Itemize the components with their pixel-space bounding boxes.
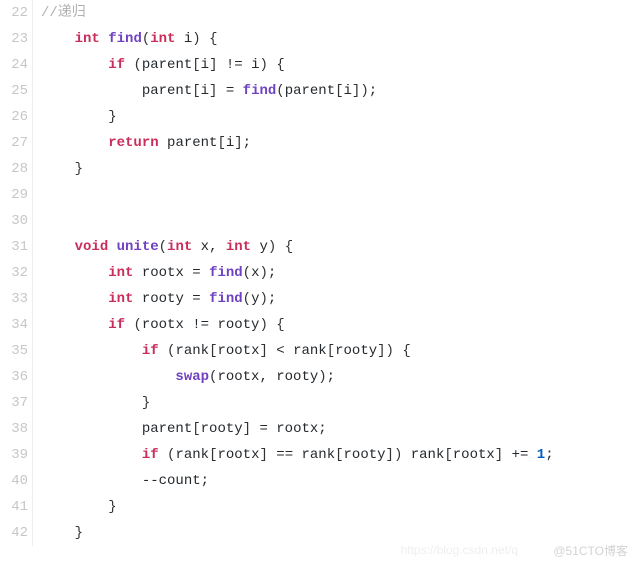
code-line: //递归	[41, 0, 638, 26]
line-number: 33	[0, 286, 28, 312]
line-number: 27	[0, 130, 28, 156]
line-number: 38	[0, 416, 28, 442]
code-line: if (rank[rootx] < rank[rooty]) {	[41, 338, 638, 364]
line-number: 39	[0, 442, 28, 468]
code-line: if (rank[rootx] == rank[rooty]) rank[roo…	[41, 442, 638, 468]
line-number: 31	[0, 234, 28, 260]
code-line: int find(int i) {	[41, 26, 638, 52]
code-line: if (parent[i] != i) {	[41, 52, 638, 78]
code-line: int rooty = find(y);	[41, 286, 638, 312]
line-number: 30	[0, 208, 28, 234]
line-number: 22	[0, 0, 28, 26]
code-line: return parent[i];	[41, 130, 638, 156]
code-line: --count;	[41, 468, 638, 494]
code-line: parent[i] = find(parent[i]);	[41, 78, 638, 104]
code-line: parent[rooty] = rootx;	[41, 416, 638, 442]
code-line: if (rootx != rooty) {	[41, 312, 638, 338]
line-number: 40	[0, 468, 28, 494]
line-number: 26	[0, 104, 28, 130]
line-number: 29	[0, 182, 28, 208]
line-number: 42	[0, 520, 28, 546]
code-line: }	[41, 494, 638, 520]
line-number: 25	[0, 78, 28, 104]
code-block: 2223242526272829303132333435363738394041…	[0, 0, 638, 546]
line-number: 24	[0, 52, 28, 78]
code-line	[41, 208, 638, 234]
code-line: }	[41, 390, 638, 416]
code-line: swap(rootx, rooty);	[41, 364, 638, 390]
code-line: void unite(int x, int y) {	[41, 234, 638, 260]
line-number: 28	[0, 156, 28, 182]
line-number: 41	[0, 494, 28, 520]
code-line: }	[41, 104, 638, 130]
code-content: //递归 int find(int i) { if (parent[i] != …	[33, 0, 638, 546]
line-number: 36	[0, 364, 28, 390]
line-number: 23	[0, 26, 28, 52]
line-number: 35	[0, 338, 28, 364]
code-line: int rootx = find(x);	[41, 260, 638, 286]
line-number: 32	[0, 260, 28, 286]
code-line: }	[41, 156, 638, 182]
line-number: 37	[0, 390, 28, 416]
line-number-gutter: 2223242526272829303132333435363738394041…	[0, 0, 33, 546]
code-line: }	[41, 520, 638, 546]
line-number: 34	[0, 312, 28, 338]
code-line	[41, 182, 638, 208]
